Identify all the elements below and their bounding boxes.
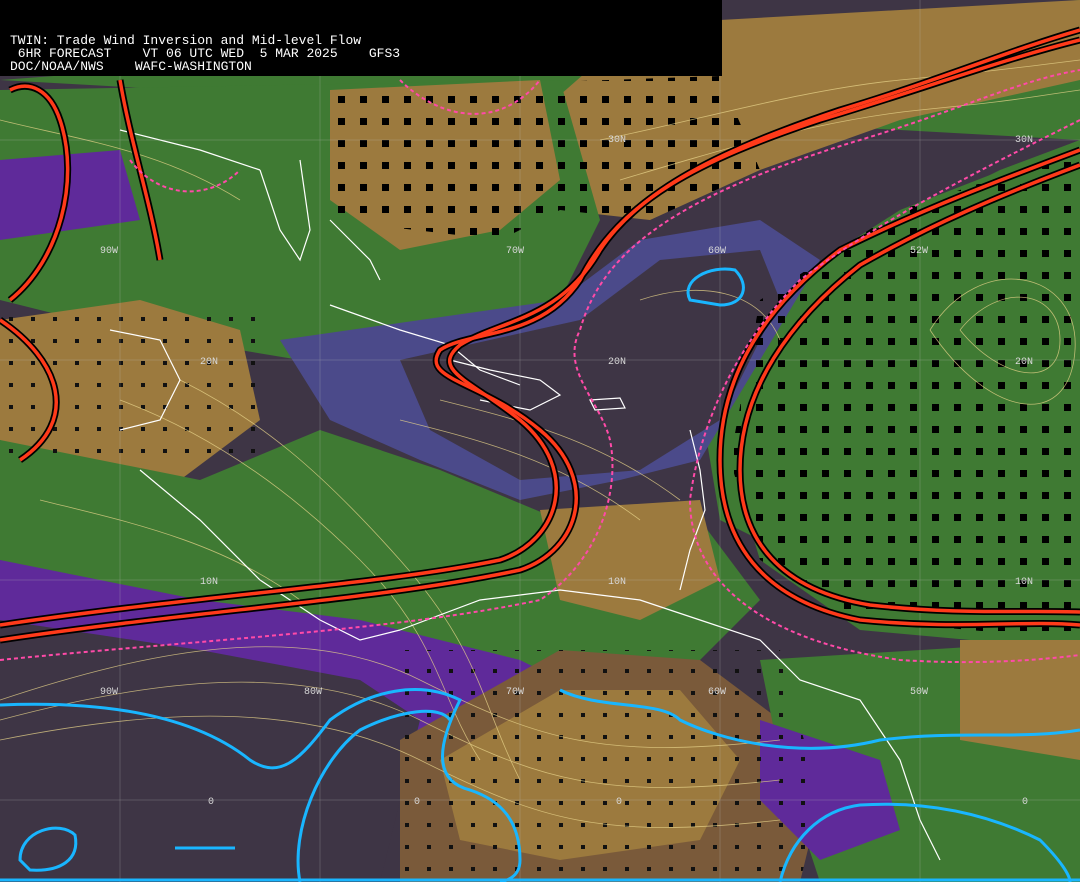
- equator-label-b: 0: [414, 797, 420, 808]
- lat-label-20n-c: 20N: [1015, 357, 1033, 368]
- equator-label-c: 0: [616, 797, 622, 808]
- title-panel: TWIN: Trade Wind Inversion and Mid-level…: [0, 0, 722, 76]
- map-canvas: 30N 30N 20N 20N 20N 10N 10N 10N 90W 70W …: [0, 0, 1080, 882]
- lon-label-80w: 80W: [304, 687, 322, 698]
- lat-label-30n-b: 30N: [1015, 135, 1033, 146]
- lat-label-20n-b: 20N: [608, 357, 626, 368]
- lon-label-60w-b: 60W: [708, 687, 726, 698]
- lon-label-70w-b: 70W: [506, 687, 524, 698]
- lon-label-52w: 52W: [910, 246, 928, 257]
- lat-label-10n-b: 10N: [608, 577, 626, 588]
- lon-label-90w-b: 90W: [100, 687, 118, 698]
- source-line: DOC/NOAA/NWS WAFC-WASHINGTON: [10, 59, 252, 74]
- lon-label-70w-a: 70W: [506, 246, 524, 257]
- equator-label-d: 0: [1022, 797, 1028, 808]
- lat-label-10n-a: 10N: [200, 577, 218, 588]
- lat-label-10n-c: 10N: [1015, 577, 1033, 588]
- lon-label-60w-a: 60W: [708, 246, 726, 257]
- lon-label-50w: 50W: [910, 687, 928, 698]
- lon-label-90w-a: 90W: [100, 246, 118, 257]
- lat-label-20n-a: 20N: [200, 357, 218, 368]
- weather-map: 30N 30N 20N 20N 20N 10N 10N 10N 90W 70W …: [0, 0, 1080, 882]
- equator-label-a: 0: [208, 797, 214, 808]
- lat-label-30n-a: 30N: [608, 135, 626, 146]
